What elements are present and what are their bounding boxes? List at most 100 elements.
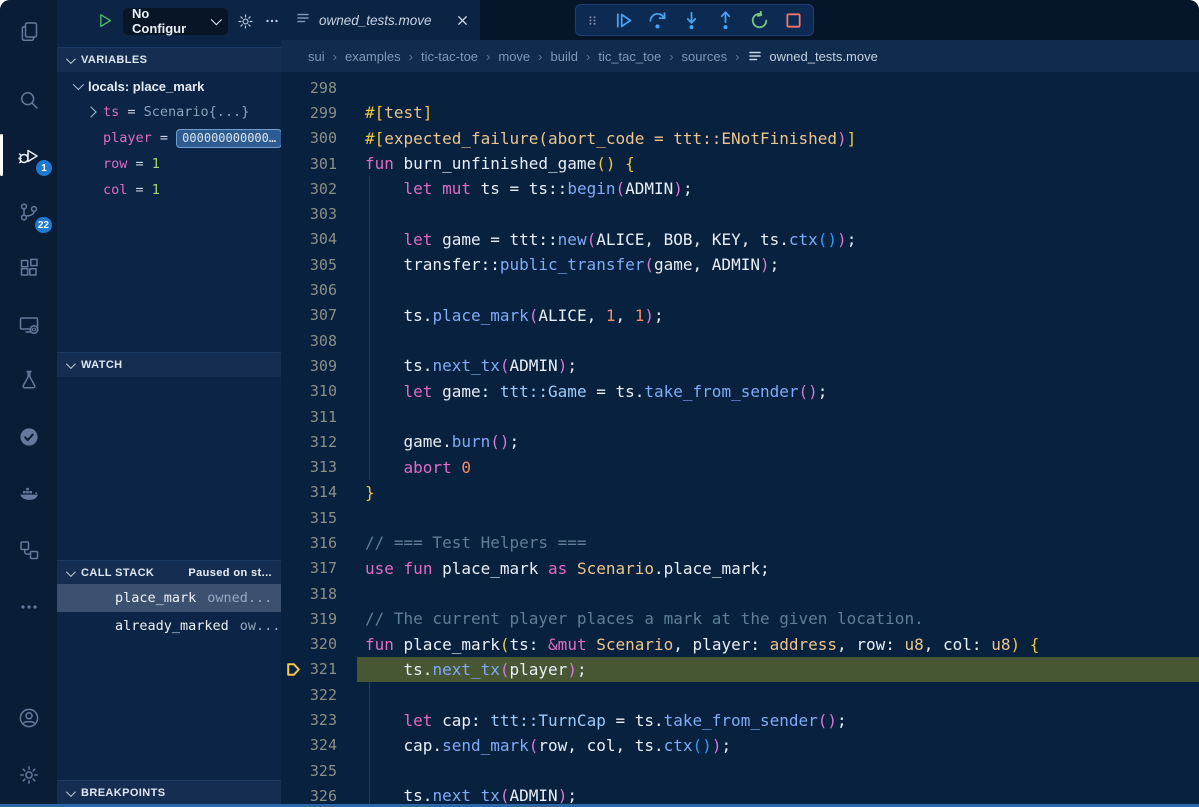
code-line-311[interactable]: 311 xyxy=(281,404,1199,429)
code-line-308[interactable]: 308 xyxy=(281,328,1199,353)
tab-close-icon[interactable] xyxy=(455,13,470,28)
breadcrumb-item-tic-tac-toe[interactable]: tic-tac-toe xyxy=(421,49,478,64)
line-number[interactable]: 308 xyxy=(281,332,365,350)
line-number[interactable]: 298 xyxy=(281,79,365,97)
code-line-320[interactable]: 320fun place_mark(ts: &mut Scenario, pla… xyxy=(281,632,1199,657)
activitybar-settings[interactable] xyxy=(0,751,57,799)
code-line-312[interactable]: 312 game.burn(); xyxy=(281,429,1199,454)
code-line-326[interactable]: 326 ts.next_tx(ADMIN); xyxy=(281,783,1199,804)
debug-settings-gear-button[interactable] xyxy=(236,12,255,31)
line-number[interactable]: 325 xyxy=(281,762,365,780)
line-number[interactable]: 317 xyxy=(281,559,365,577)
variable-row-row[interactable]: row = 1 xyxy=(57,151,281,177)
code-line-321[interactable]: 321 ts.next_tx(player); xyxy=(281,657,1199,682)
code-line-322[interactable]: 322 xyxy=(281,682,1199,707)
activitybar-references[interactable] xyxy=(0,526,57,574)
line-number[interactable]: 319 xyxy=(281,610,365,628)
activitybar-source-control[interactable]: 22 xyxy=(0,188,57,236)
line-number[interactable]: 305 xyxy=(281,256,365,274)
line-number[interactable]: 303 xyxy=(281,205,365,223)
line-number[interactable]: 309 xyxy=(281,357,365,375)
debug-more-actions-button[interactable] xyxy=(263,12,281,30)
code-line-315[interactable]: 315 xyxy=(281,505,1199,530)
line-number[interactable]: 301 xyxy=(281,155,365,173)
variable-row-col[interactable]: col = 1 xyxy=(57,177,281,203)
line-number[interactable]: 315 xyxy=(281,509,365,527)
line-number[interactable]: 300 xyxy=(281,129,365,147)
debug-step-into-button[interactable] xyxy=(682,11,701,30)
code-line-323[interactable]: 323 let cap: ttt::TurnCap = ts.take_from… xyxy=(281,707,1199,732)
code-line-298[interactable]: 298 xyxy=(281,75,1199,100)
watch-section-header[interactable]: WATCH xyxy=(57,352,281,377)
code-line-307[interactable]: 307 ts.place_mark(ALICE, 1, 1); xyxy=(281,303,1199,328)
breadcrumb-item-owned_tests.move[interactable]: owned_tests.move xyxy=(747,48,877,64)
code-line-300[interactable]: 300#[expected_failure(abort_code = ttt::… xyxy=(281,126,1199,151)
line-number[interactable]: 306 xyxy=(281,281,365,299)
code-line-310[interactable]: 310 let game: ttt::Game = ts.take_from_s… xyxy=(281,379,1199,404)
line-number[interactable]: 324 xyxy=(281,736,365,754)
line-number[interactable]: 307 xyxy=(281,306,365,324)
activitybar-testing[interactable] xyxy=(0,356,57,404)
code-line-306[interactable]: 306 xyxy=(281,277,1199,302)
line-number[interactable]: 310 xyxy=(281,382,365,400)
line-number[interactable]: 326 xyxy=(281,787,365,804)
activitybar-more-views[interactable] xyxy=(0,583,57,631)
line-number[interactable]: 312 xyxy=(281,433,365,451)
code-line-325[interactable]: 325 xyxy=(281,758,1199,783)
debug-stop-button[interactable] xyxy=(784,11,803,30)
code-line-309[interactable]: 309 ts.next_tx(ADMIN); xyxy=(281,353,1199,378)
activitybar-test-results[interactable] xyxy=(0,413,57,461)
line-number[interactable]: 304 xyxy=(281,230,365,248)
breadcrumb-item-move[interactable]: move xyxy=(498,49,530,64)
line-number[interactable]: 320 xyxy=(281,635,365,653)
breadcrumb-item-build[interactable]: build xyxy=(551,49,578,64)
debug-step-over-button[interactable] xyxy=(648,11,667,30)
activitybar-extensions[interactable] xyxy=(0,244,57,292)
code-line-305[interactable]: 305 transfer::public_transfer(game, ADMI… xyxy=(281,252,1199,277)
activitybar-remote-explorer[interactable] xyxy=(0,301,57,349)
activitybar-run-and-debug[interactable]: 1 xyxy=(0,131,57,179)
variables-scope-row[interactable]: locals: place_mark xyxy=(57,73,281,99)
line-number[interactable]: 313 xyxy=(281,458,365,476)
line-number[interactable]: 302 xyxy=(281,180,365,198)
call-stack-section-header[interactable]: CALL STACK Paused on st... xyxy=(57,560,281,585)
line-number[interactable]: 299 xyxy=(281,104,365,122)
variables-section-header[interactable]: VARIABLES xyxy=(57,47,281,72)
line-number[interactable]: 322 xyxy=(281,686,365,704)
line-number[interactable]: 318 xyxy=(281,585,365,603)
start-debug-button[interactable] xyxy=(95,11,115,31)
activitybar-accounts[interactable] xyxy=(0,694,57,742)
breadcrumb-item-sources[interactable]: sources xyxy=(682,49,728,64)
code-line-302[interactable]: 302 let mut ts = ts::begin(ADMIN); xyxy=(281,176,1199,201)
breadcrumb-item-sui[interactable]: sui xyxy=(308,49,325,64)
callstack-frame-place_mark[interactable]: place_markowned... xyxy=(57,584,281,612)
code-line-303[interactable]: 303 xyxy=(281,201,1199,226)
line-number[interactable]: 316 xyxy=(281,534,365,552)
debug-step-out-button[interactable] xyxy=(716,11,735,30)
debug-drag-handle-button[interactable] xyxy=(586,14,599,27)
code-line-318[interactable]: 318 xyxy=(281,581,1199,606)
code-line-314[interactable]: 314} xyxy=(281,480,1199,505)
activitybar-explorer[interactable] xyxy=(0,8,57,56)
callstack-frame-already_marked[interactable]: already_markedow... xyxy=(57,612,281,640)
debug-restart-button[interactable] xyxy=(750,11,769,30)
code-line-304[interactable]: 304 let game = ttt::new(ALICE, BOB, KEY,… xyxy=(281,227,1199,252)
line-number[interactable]: 314 xyxy=(281,483,365,501)
code-line-313[interactable]: 313 abort 0 xyxy=(281,454,1199,479)
activitybar-docker[interactable] xyxy=(0,468,57,516)
debug-continue-button[interactable] xyxy=(614,11,633,30)
breadcrumb-item-examples[interactable]: examples xyxy=(345,49,401,64)
code-line-324[interactable]: 324 cap.send_mark(row, col, ts.ctx()); xyxy=(281,733,1199,758)
debug-configuration-dropdown[interactable]: No Configur xyxy=(123,8,228,35)
code-line-317[interactable]: 317use fun place_mark as Scenario.place_… xyxy=(281,556,1199,581)
code-line-319[interactable]: 319// The current player places a mark a… xyxy=(281,606,1199,631)
breakpoints-section-header[interactable]: BREAKPOINTS xyxy=(57,780,281,805)
code-line-301[interactable]: 301fun burn_unfinished_game() { xyxy=(281,151,1199,176)
breadcrumb-item-tic_tac_toe[interactable]: tic_tac_toe xyxy=(598,49,661,64)
code-editor[interactable]: 298 299#[test]300#[expected_failure(abort… xyxy=(281,72,1199,804)
tab-owned-tests[interactable]: owned_tests.move xyxy=(281,0,480,40)
code-line-299[interactable]: 299#[test] xyxy=(281,100,1199,125)
code-line-316[interactable]: 316// === Test Helpers === xyxy=(281,530,1199,555)
line-number[interactable]: 323 xyxy=(281,711,365,729)
variable-row-player[interactable]: player = 000000000000… xyxy=(57,125,281,151)
